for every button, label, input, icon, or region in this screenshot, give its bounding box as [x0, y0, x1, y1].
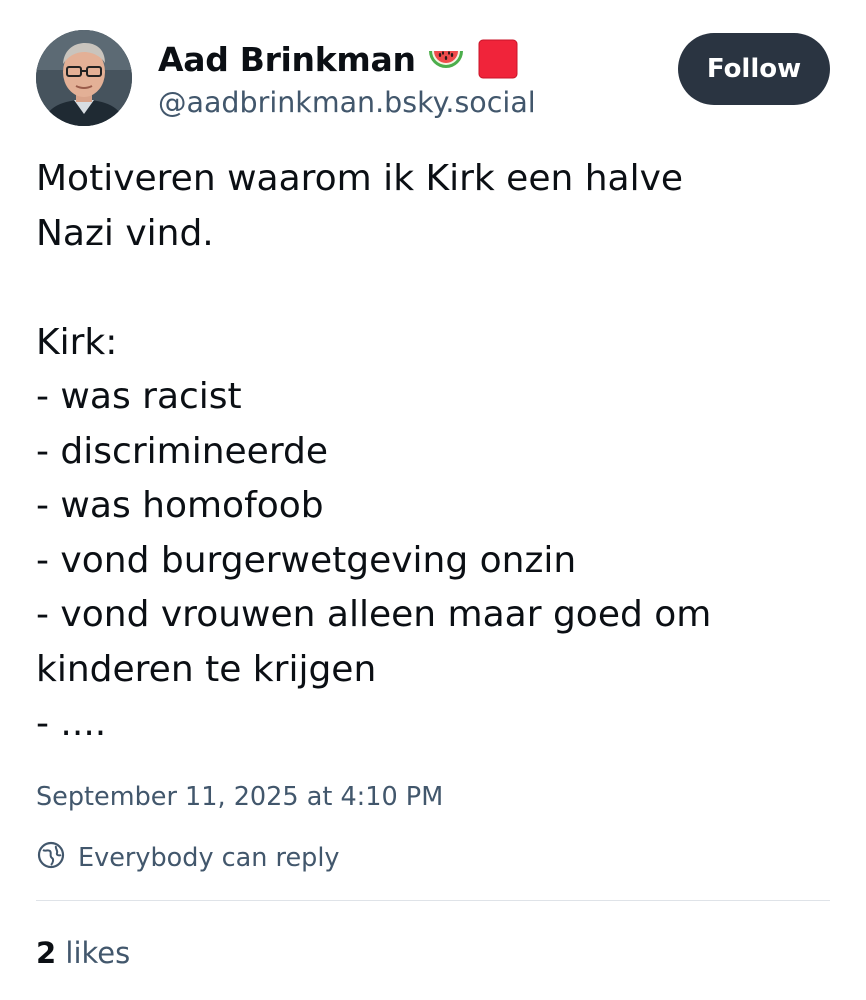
name-row: Aad Brinkman: [158, 36, 520, 82]
avatar-image: [36, 30, 132, 126]
avatar[interactable]: [36, 30, 132, 126]
post-line: Nazi vind.: [36, 212, 214, 254]
watermelon-icon: [424, 37, 468, 81]
likes-link[interactable]: 2 likes: [36, 936, 130, 970]
post-line: kinderen te krijgen: [36, 648, 377, 690]
display-name[interactable]: Aad Brinkman: [158, 40, 416, 79]
likes-label: likes: [65, 936, 131, 970]
post-line: - ....: [36, 703, 107, 744]
post-timestamp[interactable]: September 11, 2025 at 4:10 PM: [36, 782, 443, 812]
post-line-blank: [36, 261, 836, 316]
post-line: Kirk:: [36, 321, 118, 363]
post-line: - vond burgerwetgeving onzin: [36, 539, 577, 581]
post-header: Aad Brinkman @aadbrinkman.bsky.social Fo…: [36, 30, 836, 130]
post-line: - discrimineerde: [36, 430, 328, 472]
divider: [36, 900, 830, 901]
globe-icon: [36, 840, 66, 877]
author-handle[interactable]: @aadbrinkman.bsky.social: [158, 86, 536, 119]
post-line: - was racist: [36, 376, 242, 417]
likes-count: 2: [36, 936, 57, 970]
post-line: Motiveren waarom ik Kirk een halve: [36, 158, 684, 199]
post-line: - vond vrouwen alleen maar goed om: [36, 594, 712, 635]
reply-setting[interactable]: Everybody can reply: [36, 838, 340, 878]
red-square-icon: [476, 37, 520, 81]
post-text: Motiveren waarom ik Kirk een halve Nazi …: [36, 152, 836, 752]
reply-setting-label: Everybody can reply: [78, 843, 340, 873]
post-line: - was homofoob: [36, 485, 324, 526]
follow-button[interactable]: Follow: [678, 33, 830, 105]
